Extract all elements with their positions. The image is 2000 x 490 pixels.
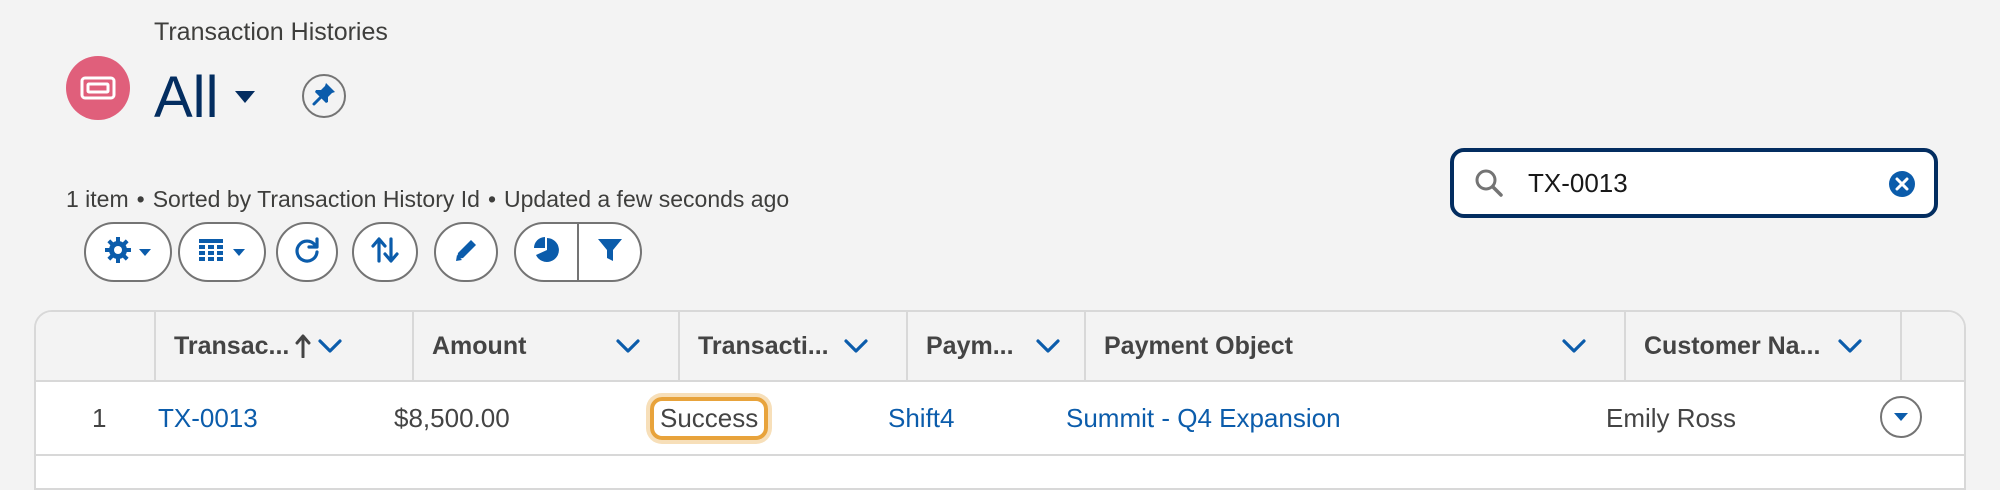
pie-chart-icon: [533, 236, 561, 269]
chevron-down-icon: [1893, 412, 1909, 422]
column-label: Payment Object: [1104, 331, 1293, 360]
list-meta-info: 1 item • Sorted by Transaction History Id •…: [66, 186, 789, 213]
column-header-amount[interactable]: Amount: [414, 312, 680, 380]
chevron-down-icon: [232, 248, 246, 257]
filters-button[interactable]: [577, 224, 640, 280]
table-header: Transac... Amount Transacti... Paym... P…: [36, 312, 1964, 382]
column-header-payment-object[interactable]: Payment Object: [1086, 312, 1626, 380]
pencil-icon: [453, 237, 479, 268]
customer-name-cell: Emily Ross: [1606, 402, 1737, 433]
chevron-down-icon[interactable]: [1562, 338, 1586, 354]
chevron-down-icon[interactable]: [844, 338, 868, 354]
search-input[interactable]: [1526, 166, 1870, 200]
row-number: 1: [92, 402, 107, 433]
column-header-payment-provider[interactable]: Paym...: [908, 312, 1086, 380]
gear-icon: [104, 236, 132, 269]
chevron-down-icon: [138, 248, 152, 257]
sort-arrows-icon: [370, 236, 400, 269]
meta-separator: •: [136, 186, 145, 212]
status-value: Success: [650, 396, 769, 440]
payment-object-link[interactable]: Summit - Q4 Expansion: [1066, 382, 1341, 454]
column-label: Transacti...: [698, 331, 829, 360]
column-header-customer-name[interactable]: Customer Na...: [1626, 312, 1902, 380]
column-header-transaction-id[interactable]: Transac...: [156, 312, 414, 380]
clear-search-icon[interactable]: [1888, 170, 1916, 198]
refresh-button[interactable]: [276, 222, 338, 282]
update-info: Updated a few seconds ago: [504, 186, 790, 212]
table-row: 1 TX-0013 $8,500.00 Success Shift4 Summi…: [36, 382, 1964, 456]
amount-cell: $8,500.00: [394, 402, 510, 433]
row-number-header: [36, 312, 156, 380]
column-label: Transac...: [174, 331, 290, 360]
pin-list-button[interactable]: [302, 74, 346, 118]
column-label: Amount: [432, 331, 527, 360]
column-label: Customer Na...: [1644, 331, 1821, 360]
chevron-down-icon[interactable]: [616, 338, 640, 354]
charts-button[interactable]: [516, 224, 577, 280]
ticket-icon: [66, 56, 130, 120]
list-view-dropdown-icon[interactable]: [234, 90, 256, 109]
row-actions-button[interactable]: [1880, 396, 1922, 438]
payment-provider-link[interactable]: Shift4: [888, 382, 955, 454]
object-name: Transaction Histories: [154, 18, 388, 46]
sort-button[interactable]: [352, 222, 418, 282]
item-count: 1 item: [66, 186, 129, 212]
refresh-icon: [293, 236, 321, 269]
chevron-down-icon[interactable]: [1036, 338, 1060, 354]
chevron-down-icon[interactable]: [318, 338, 342, 354]
meta-separator: •: [487, 186, 497, 212]
display-as-table-button[interactable]: [178, 222, 266, 282]
records-table: Transac... Amount Transacti... Paym... P…: [34, 310, 1966, 490]
status-cell[interactable]: Success: [650, 382, 769, 454]
table-icon: [198, 237, 224, 268]
chart-filter-button-group: [514, 222, 642, 282]
list-search-box[interactable]: [1450, 148, 1938, 218]
column-header-transaction-status[interactable]: Transacti...: [680, 312, 908, 380]
chevron-down-icon[interactable]: [1838, 338, 1862, 354]
list-view-title[interactable]: All: [154, 62, 218, 134]
transaction-id-link[interactable]: TX-0013: [158, 382, 258, 454]
sort-ascending-icon: [294, 334, 312, 358]
sort-info: Sorted by Transaction History Id: [152, 186, 480, 212]
search-icon: [1474, 168, 1504, 198]
filter-icon: [596, 236, 624, 269]
column-label: Paym...: [926, 331, 1014, 360]
inline-edit-button[interactable]: [434, 222, 498, 282]
pin-icon: [311, 81, 337, 112]
list-view-controls-button[interactable]: [84, 222, 172, 282]
